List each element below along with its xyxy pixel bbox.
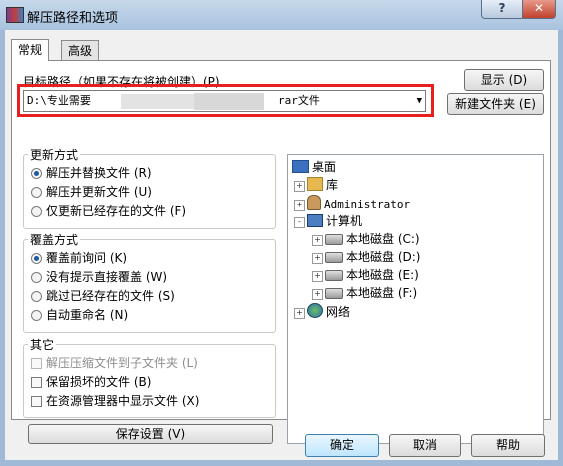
- tree-label: 本地磁盘 (D:): [346, 250, 421, 264]
- tree-item-administrator[interactable]: + Administrator: [294, 195, 410, 211]
- radio-button[interactable]: [31, 310, 42, 321]
- radio-overwrite-no-prompt[interactable]: 没有提示直接覆盖 (W): [31, 269, 167, 286]
- hard-disk-icon: [325, 252, 343, 263]
- radio-label: 仅更新已经存在的文件 (F): [46, 204, 187, 218]
- tree-item-drive-f[interactable]: + 本地磁盘 (F:): [312, 285, 417, 301]
- radio-label: 跳过已经存在的文件 (S): [46, 289, 175, 303]
- checkbox-label: 保留损坏的文件 (B): [46, 375, 152, 389]
- tree-item-library[interactable]: + 库: [294, 177, 338, 193]
- expand-icon[interactable]: +: [312, 235, 323, 246]
- network-icon: [307, 303, 323, 318]
- hard-disk-icon: [325, 270, 343, 281]
- radio-button[interactable]: [31, 272, 42, 283]
- radio-label: 覆盖前询问 (K): [46, 251, 128, 265]
- desktop-icon: [292, 160, 309, 173]
- radio-button[interactable]: [31, 168, 42, 179]
- radio-button[interactable]: [31, 291, 42, 302]
- overwrite-mode-title: 覆盖方式: [28, 231, 81, 248]
- checkbox[interactable]: [31, 396, 42, 407]
- radio-label: 没有提示直接覆盖 (W): [46, 270, 168, 284]
- winrar-app-icon: [6, 7, 24, 23]
- checkbox-extract-to-subfolder: 解压压缩文件到子文件夹 (L): [31, 355, 198, 372]
- general-panel: 目标路径（如果不存在将被创建）(P) 显示 (D) D:\专业需要 rar文件 …: [11, 60, 551, 444]
- radio-extract-replace[interactable]: 解压并替换文件 (R): [31, 165, 152, 182]
- expand-icon[interactable]: +: [294, 200, 305, 211]
- window-title: 解压路径和选项: [27, 11, 119, 26]
- radio-auto-rename[interactable]: 自动重命名 (N): [31, 307, 128, 324]
- checkbox-label: 在资源管理器中显示文件 (X): [46, 394, 200, 408]
- radio-ask-before-overwrite[interactable]: 覆盖前询问 (K): [31, 250, 127, 267]
- tree-label: 网络: [326, 305, 351, 319]
- misc-group: 其它 解压压缩文件到子文件夹 (L) 保留损坏的文件 (B) 在资源管理器中显示…: [23, 336, 276, 418]
- tree-label: 桌面: [312, 160, 337, 174]
- tree-label: 计算机: [326, 214, 363, 228]
- tree-item-desktop[interactable]: 桌面: [292, 159, 336, 175]
- expand-icon[interactable]: +: [294, 181, 305, 192]
- tree-label: Administrator: [324, 198, 411, 211]
- tree-label: 本地磁盘 (E:): [346, 268, 419, 282]
- title-bar[interactable]: 解压路径和选项 ? ✕: [0, 0, 563, 30]
- cancel-button[interactable]: 取消: [389, 434, 461, 457]
- radio-label: 自动重命名 (N): [46, 308, 129, 322]
- radio-skip-existing[interactable]: 跳过已经存在的文件 (S): [31, 288, 175, 305]
- radio-label: 解压并替换文件 (R): [46, 166, 152, 180]
- library-icon: [307, 177, 323, 191]
- tree-item-computer[interactable]: - 计算机: [294, 213, 362, 229]
- tab-general[interactable]: 常规: [11, 39, 50, 61]
- user-folder-icon: [307, 195, 321, 210]
- close-button[interactable]: ✕: [522, 0, 556, 19]
- new-folder-button[interactable]: 新建文件夹 (E): [447, 93, 544, 115]
- tree-item-drive-e[interactable]: + 本地磁盘 (E:): [312, 267, 419, 283]
- highlight-box: [17, 84, 434, 117]
- checkbox-keep-broken[interactable]: 保留损坏的文件 (B): [31, 374, 151, 391]
- update-mode-title: 更新方式: [28, 146, 81, 163]
- radio-update-existing[interactable]: 仅更新已经存在的文件 (F): [31, 203, 186, 220]
- tab-advanced[interactable]: 高级: [61, 40, 100, 61]
- checkbox-show-in-explorer[interactable]: 在资源管理器中显示文件 (X): [31, 393, 199, 410]
- radio-extract-update[interactable]: 解压并更新文件 (U): [31, 184, 152, 201]
- overwrite-mode-group: 覆盖方式 覆盖前询问 (K) 没有提示直接覆盖 (W) 跳过已经存在的文件 (S…: [23, 231, 276, 333]
- tree-label: 本地磁盘 (C:): [346, 232, 420, 246]
- hard-disk-icon: [325, 288, 343, 299]
- tree-label: 本地磁盘 (F:): [346, 286, 418, 300]
- help-title-button[interactable]: ?: [481, 0, 523, 19]
- expand-icon[interactable]: +: [312, 271, 323, 282]
- expand-icon[interactable]: +: [294, 308, 305, 319]
- radio-button[interactable]: [31, 187, 42, 198]
- misc-title: 其它: [28, 336, 57, 353]
- computer-icon: [307, 214, 323, 227]
- tree-label: 库: [326, 178, 339, 192]
- help-button[interactable]: 帮助: [471, 434, 545, 457]
- save-settings-button[interactable]: 保存设置 (V): [28, 424, 273, 444]
- expand-icon[interactable]: +: [312, 289, 323, 300]
- dialog-window: 解压路径和选项 ? ✕ 常规 高级 目标路径（如果不存在将被创建）(P) 显示 …: [0, 0, 563, 466]
- show-button[interactable]: 显示 (D): [464, 69, 544, 91]
- tree-item-drive-c[interactable]: + 本地磁盘 (C:): [312, 231, 420, 247]
- radio-button[interactable]: [31, 253, 42, 264]
- collapse-icon[interactable]: -: [294, 217, 305, 228]
- expand-icon[interactable]: +: [312, 253, 323, 264]
- tree-item-drive-d[interactable]: + 本地磁盘 (D:): [312, 249, 420, 265]
- radio-button[interactable]: [31, 206, 42, 217]
- radio-label: 解压并更新文件 (U): [46, 185, 152, 199]
- update-mode-group: 更新方式 解压并替换文件 (R) 解压并更新文件 (U) 仅更新已经存在的文件 …: [23, 146, 276, 229]
- checkbox[interactable]: [31, 377, 42, 388]
- hard-disk-icon: [325, 234, 343, 245]
- tree-item-network[interactable]: + 网络: [294, 303, 350, 319]
- dialog-client-area: 常规 高级 目标路径（如果不存在将被创建）(P) 显示 (D) D:\专业需要 …: [5, 30, 558, 460]
- checkbox: [31, 358, 42, 369]
- checkbox-label: 解压压缩文件到子文件夹 (L): [46, 356, 198, 370]
- ok-button[interactable]: 确定: [305, 434, 379, 457]
- folder-tree[interactable]: 桌面 + 库 + Administrator - 计算机 + 本地磁盘 (C:) + 本地…: [287, 154, 544, 444]
